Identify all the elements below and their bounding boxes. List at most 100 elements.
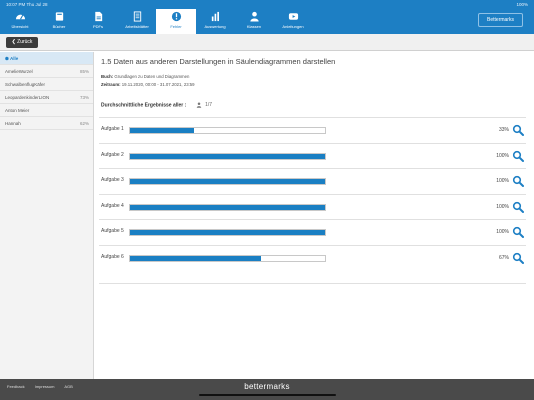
period-info: Zeitraum: 19.11.2020, 00:00 - 31.07.2021… bbox=[101, 82, 195, 87]
search-icon[interactable] bbox=[512, 175, 524, 187]
sidebar-item-label: Hannah bbox=[5, 121, 21, 126]
sidebar-item-all[interactable]: ⬢ Alle bbox=[0, 52, 93, 65]
average-results-label: Durchschnittliche Ergebnisse aller : bbox=[101, 102, 187, 109]
sidebar-item-student[interactable]: Anton Meier bbox=[0, 104, 93, 117]
status-time: 10:07 PM bbox=[6, 2, 26, 7]
chevron-left-icon: ❮ bbox=[11, 39, 16, 45]
bettermarks-logo: bettermarks bbox=[244, 382, 290, 391]
progress-bar bbox=[129, 229, 326, 236]
nav-item-tutorials[interactable]: Anleitungen bbox=[273, 9, 313, 34]
nav-item-pdfs[interactable]: PDFs bbox=[78, 9, 118, 34]
task-row: Aufgabe 4 100% bbox=[99, 193, 526, 219]
task-row: Aufgabe 3 100% bbox=[99, 168, 526, 193]
task-percent: 33% bbox=[498, 127, 509, 133]
person-icon: ⬢ bbox=[5, 56, 9, 61]
footer: Feedback Impressum AGB bettermarks bbox=[0, 379, 534, 400]
back-label: Zurück bbox=[17, 39, 33, 45]
book-info: Buch: Grundlagen zu Daten und Diagrammen bbox=[101, 74, 189, 79]
divider bbox=[99, 283, 526, 284]
task-percent: 100% bbox=[496, 178, 509, 184]
task-label: Aufgabe 1 bbox=[101, 126, 124, 132]
search-icon[interactable] bbox=[512, 252, 524, 264]
nav-label: Arbeitsblätter bbox=[125, 24, 149, 29]
sidebar-item-label: LeopardenkinderLION bbox=[5, 95, 50, 100]
nav-item-overview[interactable]: Übersicht bbox=[0, 9, 40, 34]
progress-bar bbox=[129, 127, 326, 134]
task-label: Aufgabe 3 bbox=[101, 177, 124, 183]
nav-item-classes[interactable]: Klassen bbox=[234, 9, 274, 34]
sidebar-item-percent: 62% bbox=[79, 121, 89, 126]
nav-label: PDFs bbox=[93, 24, 103, 29]
task-percent: 100% bbox=[496, 152, 509, 159]
sub-toolbar: ❮ Zurück bbox=[0, 34, 534, 51]
progress-bar-fill bbox=[130, 230, 325, 235]
nav-label: Übersicht bbox=[11, 24, 29, 29]
nav-item-books[interactable]: Bücher bbox=[39, 9, 79, 34]
average-results-row: Durchschnittliche Ergebnisse aller : 1/7 bbox=[101, 102, 212, 108]
exclamation-icon bbox=[171, 11, 181, 22]
progress-bar-fill bbox=[130, 204, 325, 210]
nav-label: Fehler bbox=[170, 24, 182, 29]
status-date: Thu Jul 28 bbox=[26, 2, 48, 7]
nav-label: Anleitungen bbox=[282, 24, 304, 29]
task-percent: 100% bbox=[496, 229, 509, 235]
sidebar-item-student[interactable]: Hannah 62% bbox=[0, 117, 93, 130]
search-icon[interactable] bbox=[512, 226, 524, 238]
search-icon[interactable] bbox=[512, 201, 524, 213]
book-label: Buch: bbox=[101, 74, 114, 79]
progress-bar bbox=[129, 178, 326, 185]
task-percent: 100% bbox=[496, 203, 509, 210]
progress-bar-fill bbox=[130, 128, 195, 133]
status-battery: 100% bbox=[516, 2, 528, 7]
sidebar-item-student[interactable]: AmelieWurzel 85% bbox=[0, 65, 93, 78]
progress-bar-fill bbox=[130, 255, 261, 261]
person-icon bbox=[196, 102, 201, 108]
nav-item-worksheets[interactable]: Arbeitsblätter bbox=[117, 9, 157, 34]
task-row: Aufgabe 6 67% bbox=[99, 244, 526, 270]
page-title: 1.5 Daten aus anderen Darstellungen in S… bbox=[101, 57, 336, 66]
progress-bar-fill bbox=[130, 153, 325, 159]
search-icon[interactable] bbox=[512, 124, 524, 136]
sidebar-item-student[interactable]: LeopardenkinderLION 73% bbox=[0, 91, 93, 104]
main-nav: Übersicht Bücher PDFs Arbeitsblätter Feh… bbox=[0, 9, 534, 34]
task-label: Aufgabe 4 bbox=[101, 202, 124, 209]
book-icon bbox=[55, 12, 63, 21]
task-row: Aufgabe 2 100% bbox=[99, 142, 526, 168]
bettermarks-account-button[interactable]: Bettermarks bbox=[478, 13, 523, 27]
task-label: Aufgabe 2 bbox=[101, 151, 124, 158]
main-content: 1.5 Daten aus anderen Darstellungen in S… bbox=[95, 52, 534, 379]
progress-bar-fill bbox=[130, 179, 325, 184]
period-value: 19.11.2020, 00:00 - 31.07.2021, 23:59 bbox=[121, 82, 195, 87]
nav-label: Auswertung bbox=[204, 24, 226, 29]
task-row: Aufgabe 5 100% bbox=[99, 219, 526, 244]
pdf-icon bbox=[94, 11, 102, 22]
period-label: Zeitraum: bbox=[101, 82, 121, 87]
youtube-icon bbox=[288, 13, 298, 20]
home-indicator bbox=[199, 394, 336, 396]
nav-item-evaluation[interactable]: Auswertung bbox=[195, 9, 235, 34]
sidebar-item-label: Alle bbox=[10, 56, 19, 61]
progress-bar bbox=[129, 152, 326, 160]
top-navigation-bar: 10:07 PM Thu Jul 28 100% Übersicht Büche… bbox=[0, 0, 534, 34]
sidebar-item-student[interactable]: SchwalbenflugKäfer bbox=[0, 78, 93, 91]
student-sidebar: ⬢ Alle AmelieWurzel 85% SchwalbenflugKäf… bbox=[0, 52, 94, 379]
progress-bar bbox=[129, 254, 326, 262]
nav-label: Bücher bbox=[52, 24, 66, 29]
task-row: Aufgabe 1 33% bbox=[99, 117, 526, 142]
sidebar-item-percent: 73% bbox=[79, 95, 89, 100]
progress-bar bbox=[129, 203, 326, 211]
search-icon[interactable] bbox=[512, 150, 524, 162]
nav-item-errors[interactable]: Fehler bbox=[156, 9, 196, 34]
task-label: Aufgabe 6 bbox=[101, 253, 124, 260]
task-percent: 67% bbox=[498, 254, 509, 261]
sidebar-item-label: SchwalbenflugKäfer bbox=[5, 82, 46, 87]
sidebar-item-label: Anton Meier bbox=[5, 108, 30, 113]
students-count: 1/7 bbox=[205, 102, 213, 109]
person-icon bbox=[249, 11, 259, 22]
dashboard-icon bbox=[15, 14, 25, 20]
status-clock: 10:07 PM Thu Jul 28 bbox=[6, 2, 47, 7]
task-label: Aufgabe 5 bbox=[101, 228, 124, 234]
worksheet-icon bbox=[133, 11, 141, 22]
sidebar-item-percent: 85% bbox=[79, 69, 89, 74]
back-button[interactable]: ❮ Zurück bbox=[6, 37, 38, 48]
